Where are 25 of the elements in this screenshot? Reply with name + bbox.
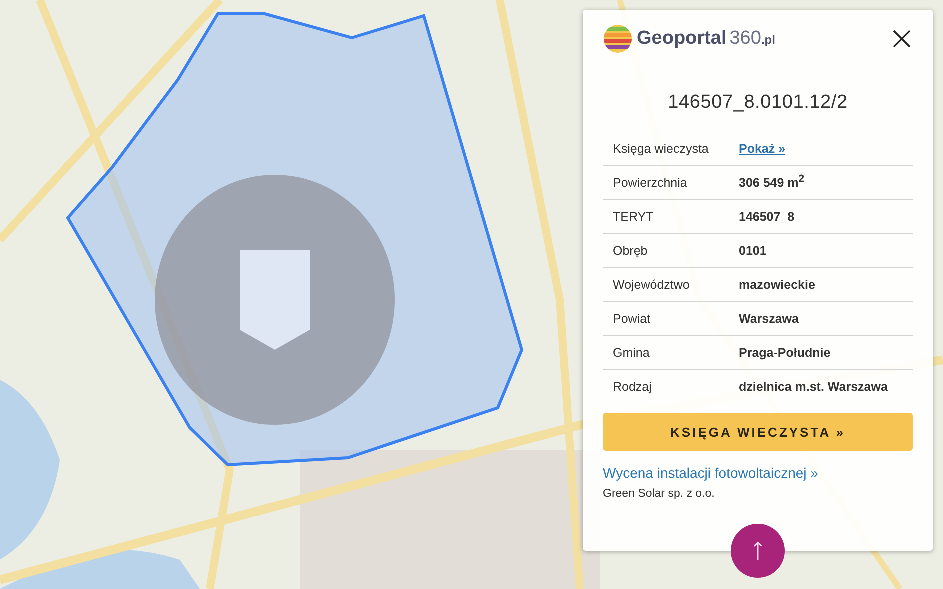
company-name: Green Solar sp. z o.o.	[603, 488, 716, 500]
land-register-button[interactable]: KSIĘGA WIECZYSTA »	[603, 413, 913, 451]
field-label: Księga wieczysta	[613, 142, 710, 156]
field-label: Gmina	[613, 346, 651, 360]
field-value: dzielnica m.st. Warszawa	[739, 380, 888, 394]
field-label: TERYT	[613, 210, 655, 224]
field-value: 0101	[739, 244, 767, 258]
show-link[interactable]: Pokaż »	[739, 142, 786, 156]
striped-globe-icon	[603, 24, 633, 54]
field-label: Obręb	[613, 244, 649, 258]
promo-link[interactable]: Wycena instalacji fotowoltaicznej »	[603, 465, 818, 481]
close-icon	[892, 29, 912, 49]
parcel-id: 146507_8.0101.12/2	[667, 92, 849, 114]
field-label: Powierzchnia	[613, 176, 688, 190]
up-arrow-icon	[752, 540, 764, 562]
field-value: mazowieckie	[739, 278, 816, 292]
field-value: 306 549 m$^{2}$	[739, 174, 805, 191]
field-label: Rodzaj	[613, 380, 653, 394]
logo-text: Geoportal 360.pl	[637, 28, 776, 50]
field-value: Warszawa	[739, 312, 799, 326]
field-label: Powiat	[613, 312, 652, 326]
field-label: Województwo	[613, 278, 691, 292]
field-value: 146507_8	[739, 210, 795, 224]
field-value: Praga-Południe	[739, 346, 831, 360]
close-button[interactable]	[891, 28, 913, 50]
